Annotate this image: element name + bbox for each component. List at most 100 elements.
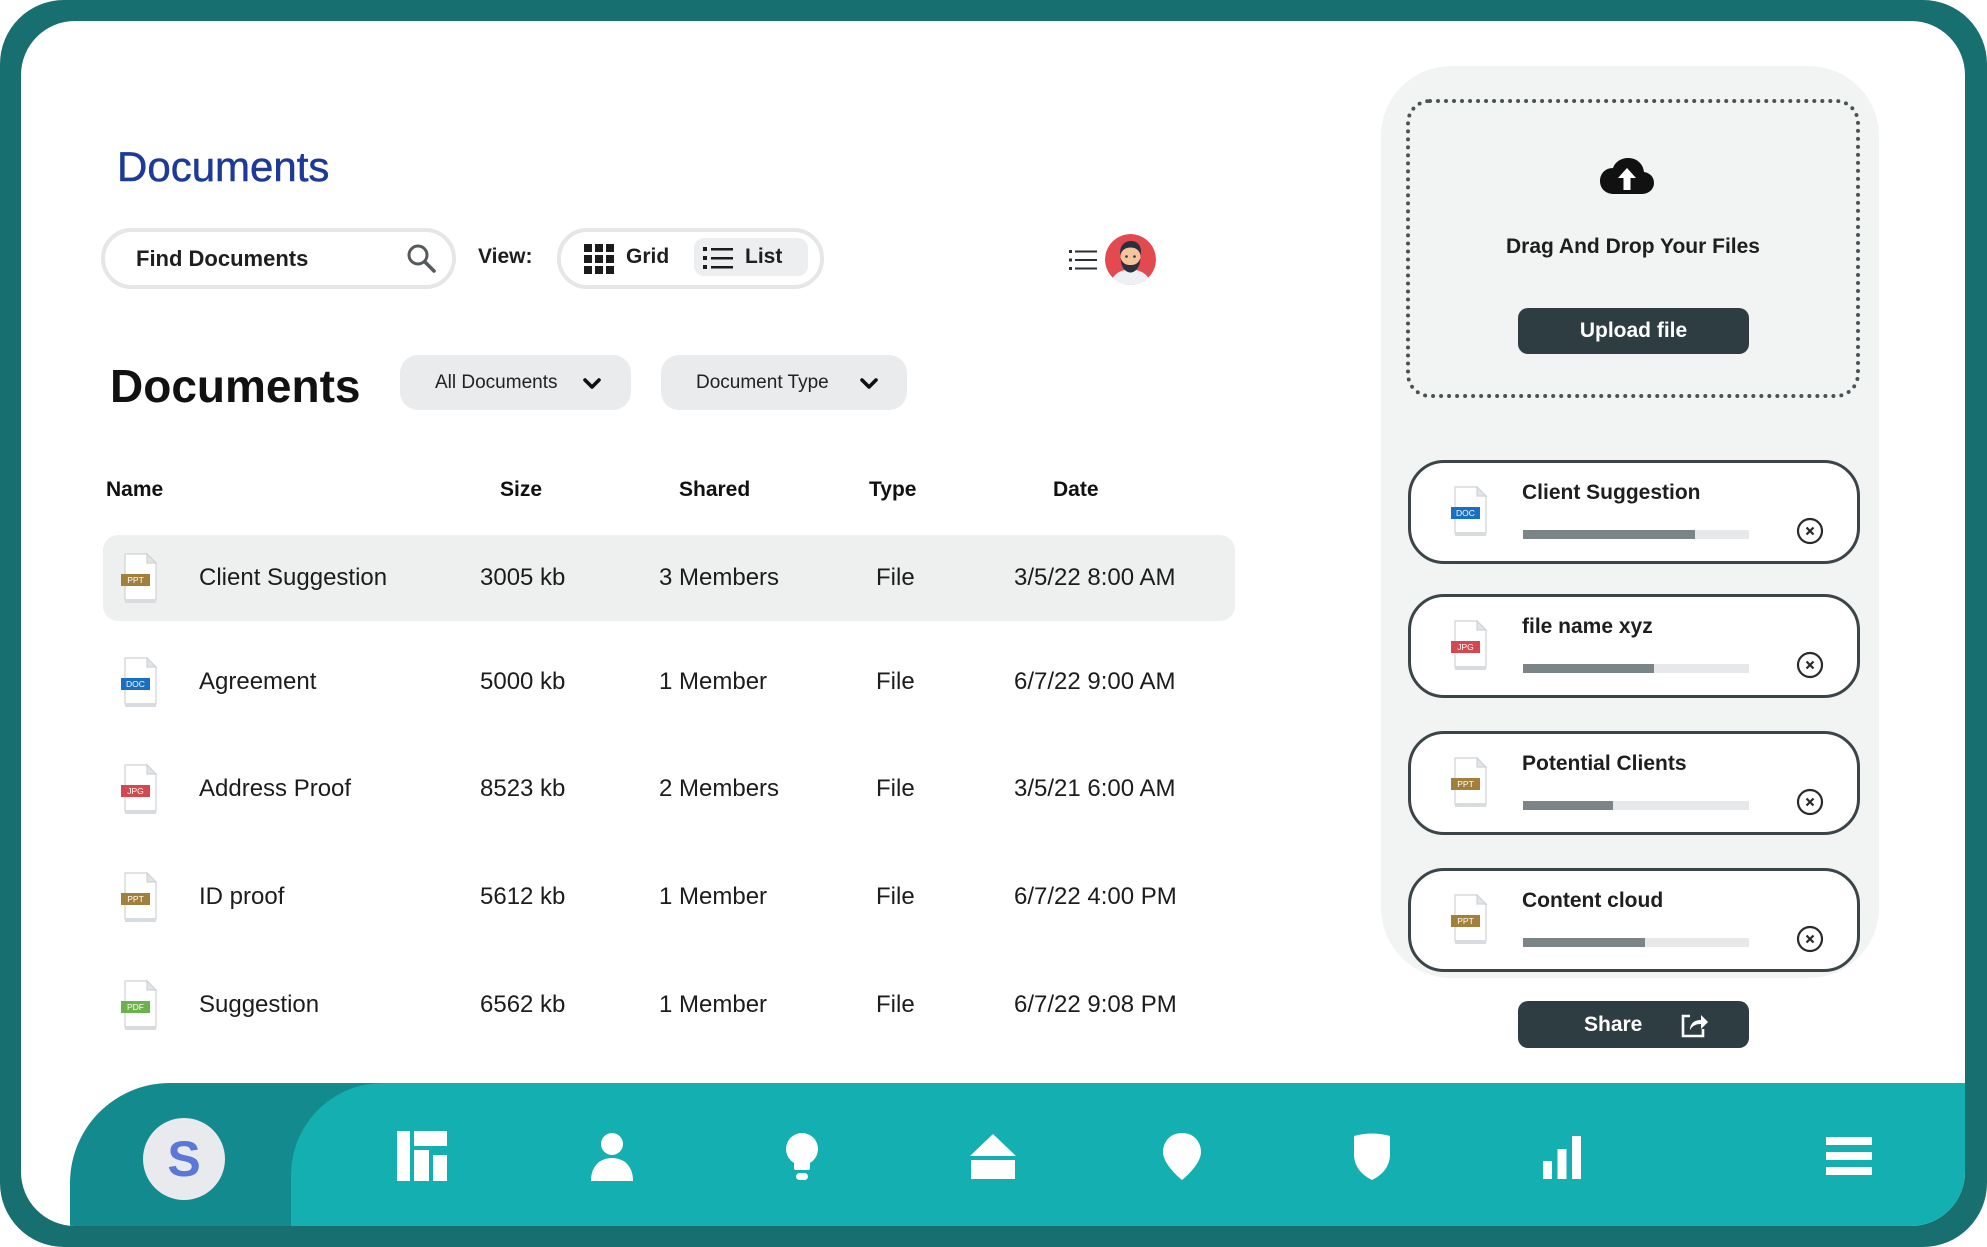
document-size: 6562 kb: [480, 991, 566, 1018]
column-header-date[interactable]: Date: [1053, 470, 1099, 510]
upload-file-name: Client Suggestion: [1522, 481, 1701, 504]
view-list-toggle[interactable]: List: [694, 238, 808, 276]
document-type: File: [876, 564, 915, 591]
jpg-file-icon: JPG: [120, 763, 158, 815]
column-header-name[interactable]: Name: [106, 470, 163, 510]
doc-file-icon: DOC: [1450, 485, 1488, 537]
table-row[interactable]: PPT ID proof 5612 kb 1 Member File 6/7/2…: [103, 854, 1235, 940]
upload-progress-bar: [1523, 938, 1749, 947]
ppt-file-icon: PPT: [1450, 756, 1488, 808]
search-input[interactable]: [136, 232, 386, 285]
all-documents-dropdown[interactable]: All Documents: [400, 355, 631, 410]
document-type: File: [876, 668, 915, 695]
table-row[interactable]: PPT Client Suggestion 3005 kb 3 Members …: [103, 535, 1235, 621]
upload-file-name: Content cloud: [1522, 889, 1664, 912]
document-type: File: [876, 883, 915, 910]
chevron-down-icon: [582, 377, 602, 390]
column-header-size[interactable]: Size: [500, 470, 542, 510]
grid-icon: [584, 244, 614, 279]
view-list-label: List: [745, 245, 783, 268]
search-icon[interactable]: [406, 243, 436, 273]
file-type-label: JPG: [1457, 642, 1474, 652]
location-pin-icon[interactable]: [1157, 1131, 1207, 1181]
close-icon[interactable]: [1796, 517, 1824, 545]
file-type-label: JPG: [127, 786, 144, 796]
close-icon[interactable]: [1796, 925, 1824, 953]
file-type-label: PPT: [127, 575, 144, 585]
document-type: File: [876, 775, 915, 802]
pdf-file-icon: PDF: [120, 979, 158, 1031]
upload-progress-fill: [1523, 664, 1655, 673]
upload-progress-bar: [1523, 801, 1749, 810]
all-documents-label: All Documents: [435, 372, 558, 393]
file-type-label: DOC: [1456, 508, 1475, 518]
view-toggle: Grid List: [557, 228, 824, 289]
ppt-file-icon: PPT: [1450, 893, 1488, 945]
documents-heading: Documents: [110, 360, 361, 412]
close-icon[interactable]: [1796, 651, 1824, 679]
share-label: Share: [1584, 1013, 1643, 1036]
chevron-down-icon: [859, 377, 879, 390]
document-date: 6/7/22 9:00 AM: [1014, 668, 1176, 695]
upload-item[interactable]: PPT Content cloud: [1408, 868, 1860, 972]
brand-logo[interactable]: S: [143, 1118, 225, 1200]
home-icon[interactable]: [968, 1131, 1018, 1181]
document-shared: 1 Member: [659, 991, 768, 1018]
upload-progress-bar: [1523, 530, 1749, 539]
table-row[interactable]: PDF Suggestion 6562 kb 1 Member File 6/7…: [103, 962, 1235, 1048]
document-date: 6/7/22 9:08 PM: [1014, 991, 1177, 1018]
dashboard-icon[interactable]: [397, 1131, 447, 1181]
jpg-file-icon: JPG: [1450, 619, 1488, 671]
page-title: Documents: [117, 143, 330, 191]
menu-icon[interactable]: [1824, 1131, 1874, 1181]
column-header-type[interactable]: Type: [869, 470, 916, 510]
table-header: Name Size Shared Type Date: [103, 470, 1235, 510]
list-icon: [703, 246, 733, 275]
bar-chart-icon[interactable]: [1537, 1131, 1587, 1181]
table-row[interactable]: JPG Address Proof 8523 kb 2 Members File…: [103, 746, 1235, 832]
shield-icon[interactable]: [1347, 1131, 1397, 1181]
upload-item[interactable]: DOC Client Suggestion: [1408, 460, 1860, 564]
user-icon[interactable]: [587, 1131, 637, 1181]
table-row[interactable]: DOC Agreement 5000 kb 1 Member File 6/7/…: [103, 639, 1235, 725]
file-type-label: DOC: [126, 679, 145, 689]
view-label: View:: [478, 245, 533, 268]
upload-item[interactable]: JPG file name xyz: [1408, 594, 1860, 698]
document-shared: 3 Members: [659, 564, 780, 591]
cloud-upload-icon: [1598, 156, 1656, 198]
file-type-label: PPT: [1457, 779, 1474, 789]
ppt-file-icon: PPT: [120, 552, 158, 604]
upload-progress-fill: [1523, 938, 1646, 947]
upload-item[interactable]: PPT Potential Clients: [1408, 731, 1860, 835]
share-button[interactable]: Share: [1518, 1001, 1749, 1048]
lightbulb-icon[interactable]: [777, 1131, 827, 1181]
ppt-file-icon: PPT: [120, 871, 158, 923]
document-type: File: [876, 991, 915, 1018]
doc-file-icon: DOC: [120, 656, 158, 708]
document-type-dropdown[interactable]: Document Type: [661, 355, 907, 410]
upload-progress-fill: [1523, 530, 1695, 539]
document-name[interactable]: Suggestion: [199, 962, 319, 1048]
user-avatar[interactable]: [1105, 234, 1156, 285]
upload-file-button[interactable]: Upload file: [1518, 308, 1749, 354]
document-name[interactable]: ID proof: [199, 854, 284, 940]
share-icon: [1679, 1011, 1709, 1039]
search-box[interactable]: [101, 228, 456, 289]
drop-zone[interactable]: Drag And Drop Your Files Upload file: [1406, 99, 1860, 398]
document-shared: 1 Member: [659, 668, 768, 695]
bottom-nav-bar: [291, 1083, 1965, 1226]
document-shared: 2 Members: [659, 775, 780, 802]
document-name[interactable]: Agreement: [199, 639, 316, 725]
document-date: 3/5/22 8:00 AM: [1014, 564, 1176, 591]
document-name[interactable]: Client Suggestion: [199, 535, 387, 621]
view-grid-label: Grid: [626, 245, 670, 268]
document-date: 6/7/22 4:00 PM: [1014, 883, 1177, 910]
upload-progress-fill: [1523, 801, 1614, 810]
column-header-shared[interactable]: Shared: [679, 470, 750, 510]
document-name[interactable]: Address Proof: [199, 746, 351, 832]
list-menu-icon[interactable]: [1069, 249, 1097, 271]
file-type-label: PPT: [127, 894, 144, 904]
view-grid-toggle[interactable]: Grid: [579, 238, 685, 276]
close-icon[interactable]: [1796, 788, 1824, 816]
document-size: 5000 kb: [480, 668, 566, 695]
